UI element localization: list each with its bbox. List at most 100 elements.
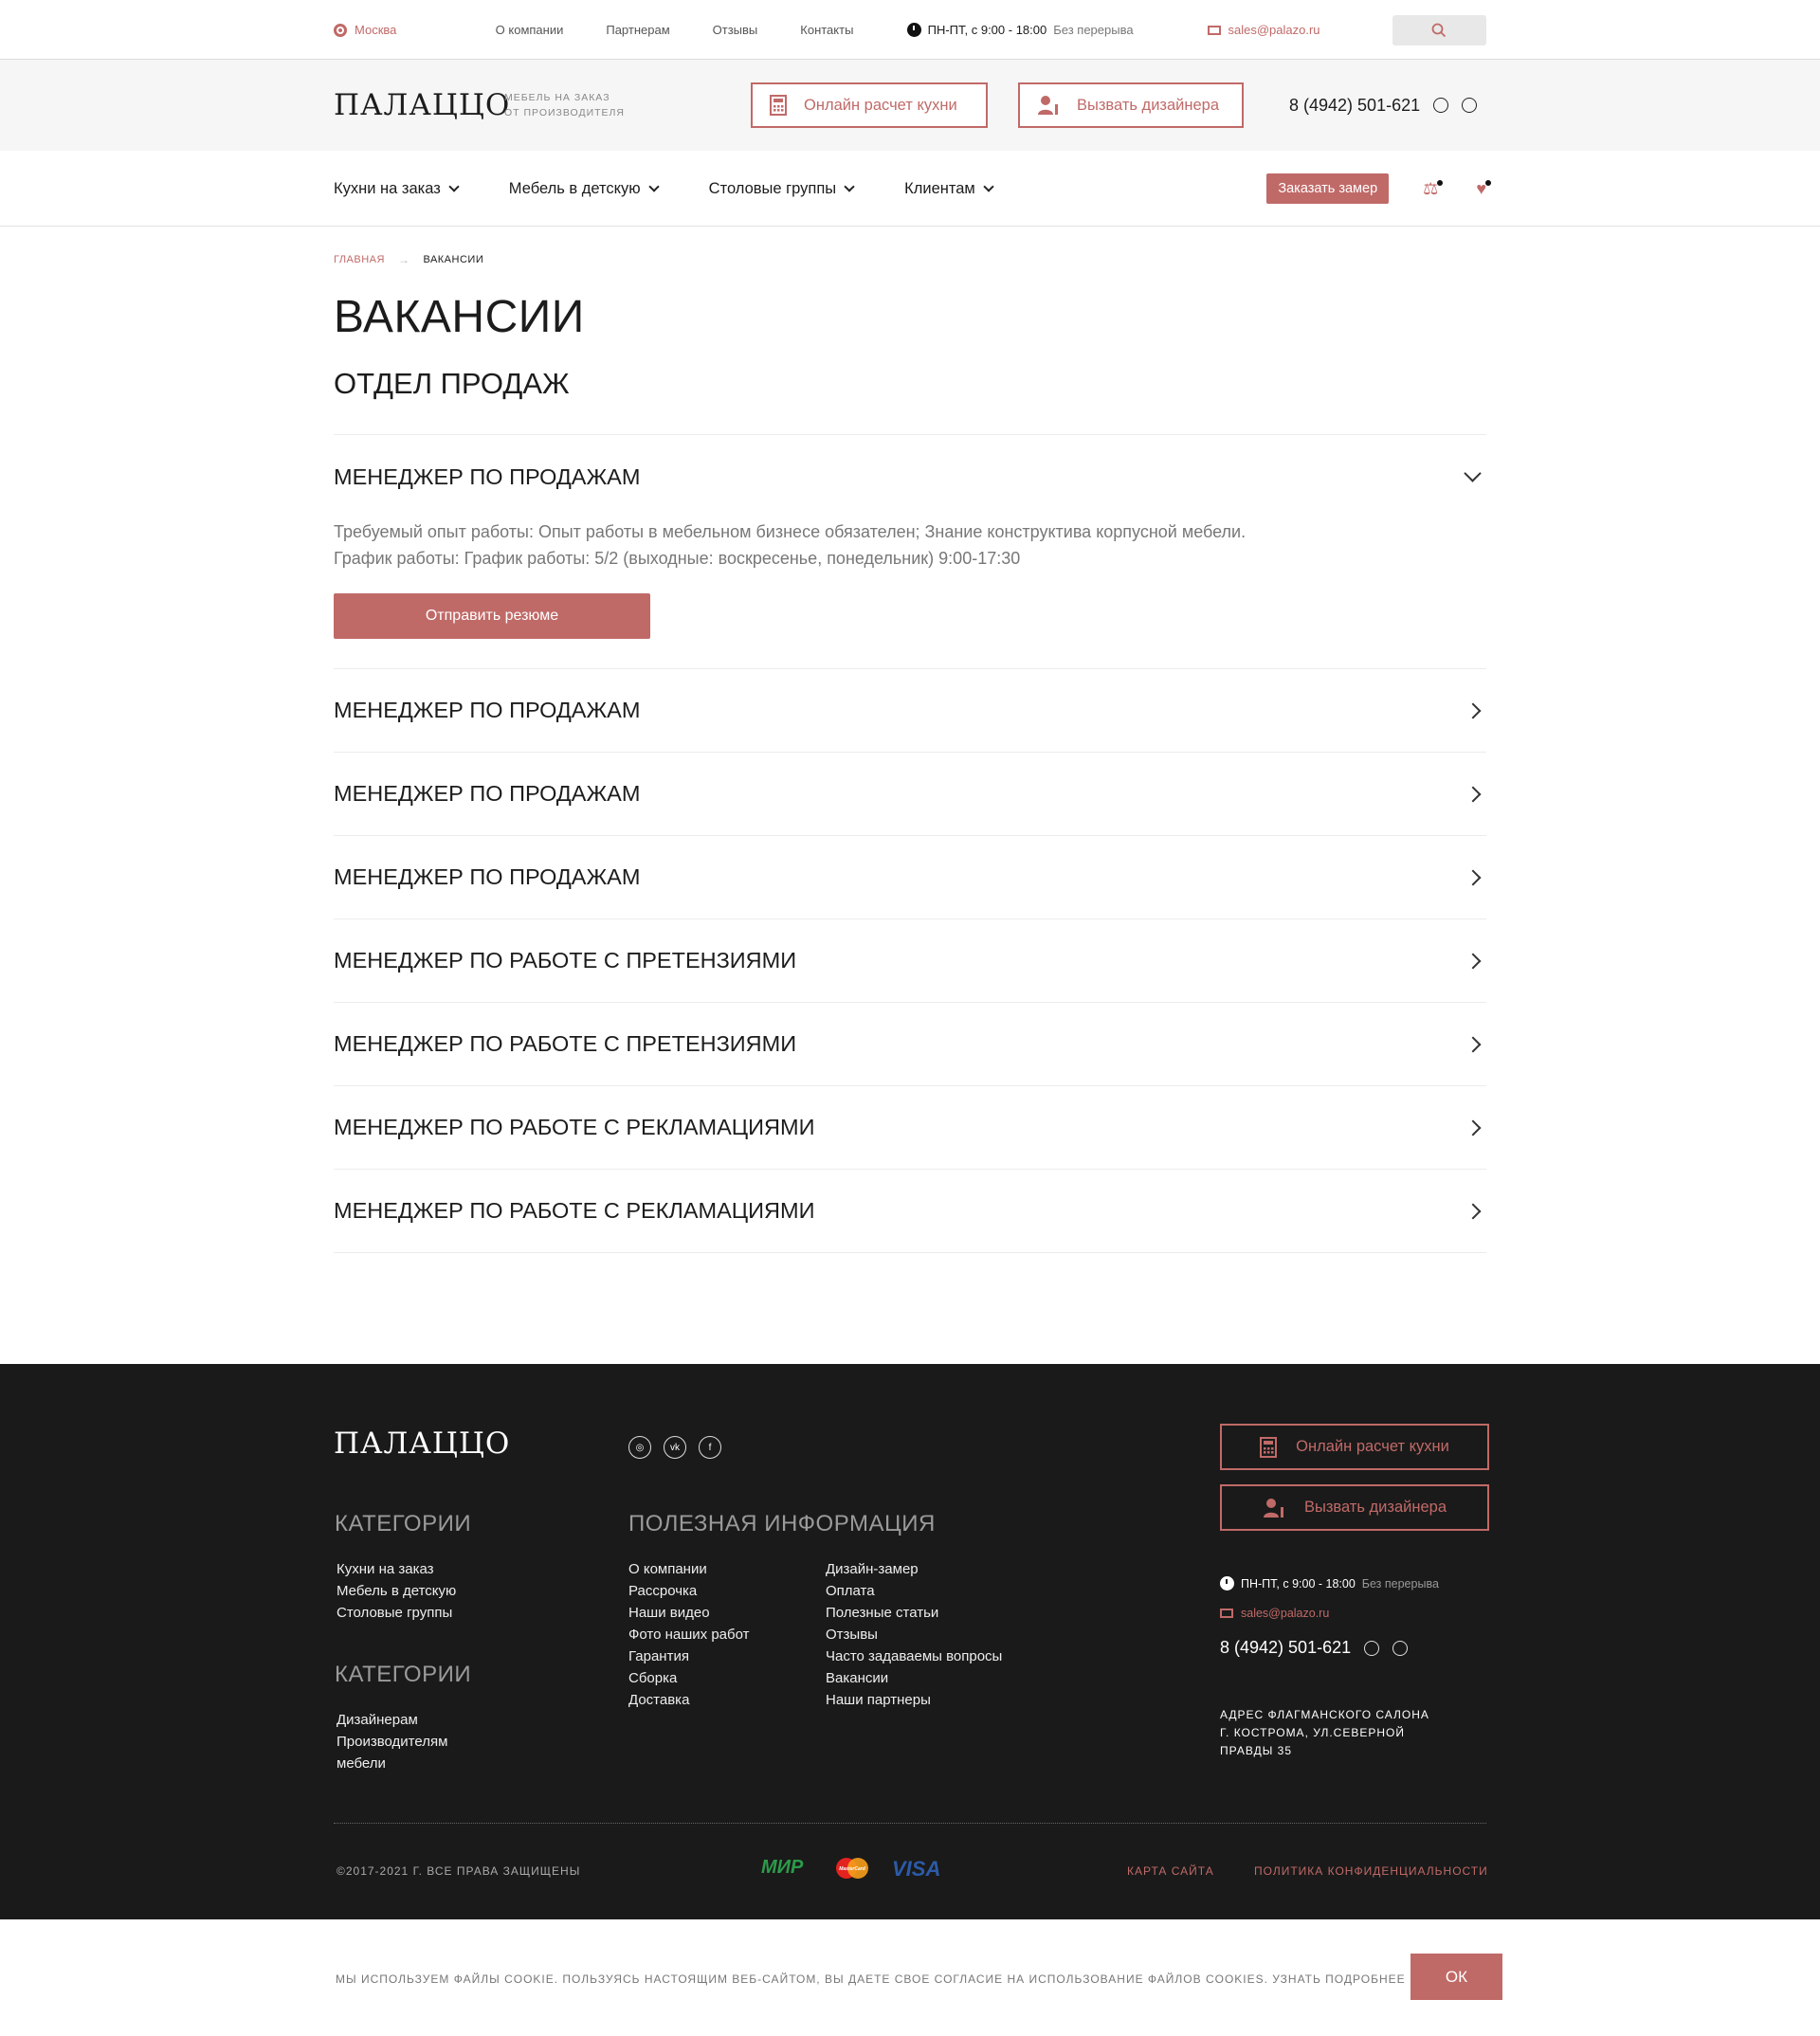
chevron-right-icon [1465, 786, 1482, 802]
vacancy-item: МЕНЕДЖЕР ПО ПРОДАЖАМ [334, 669, 1486, 753]
breadcrumb: ГЛАВНАЯ → ВАКАНСИИ [334, 253, 1486, 266]
kitchen-calc-button[interactable]: Онлайн расчет кухни [751, 82, 988, 128]
footer-link[interactable]: Доставка [628, 1689, 750, 1711]
footer-call-designer-button[interactable]: Вызвать дизайнера [1220, 1484, 1489, 1531]
nav-clients[interactable]: Клиентам [904, 180, 994, 198]
footer-link[interactable]: Гарантия [628, 1645, 750, 1667]
footer-link[interactable]: Оплата [826, 1580, 1002, 1602]
search-button[interactable] [1392, 14, 1487, 45]
footer-break-text: Без перерыва [1361, 1576, 1439, 1591]
vacancy-title: МЕНЕДЖЕР ПО РАБОТЕ С ПРЕТЕНЗИЯМИ [334, 1031, 797, 1056]
footer-link[interactable]: Дизайнерам [337, 1709, 447, 1731]
break-text: Без перерыва [1053, 23, 1134, 37]
instagram-icon[interactable]: ◎ [628, 1436, 651, 1459]
vacancy-header[interactable]: МЕНЕДЖЕР ПО РАБОТЕ С РЕКЛАМАЦИЯМИ [334, 1086, 1486, 1169]
footer-categories-2: Дизайнерам Производителям мебели [337, 1709, 447, 1774]
breadcrumb-home[interactable]: ГЛАВНАЯ [334, 254, 385, 265]
vacancy-schedule: График работы: График работы: 5/2 (выход… [334, 549, 1021, 568]
favorites-button[interactable]: ♥ [1476, 179, 1491, 199]
viber-icon[interactable] [1392, 1640, 1409, 1656]
sitemap-link[interactable]: КАРТА САЙТА [1127, 1864, 1214, 1878]
vacancy-header[interactable]: МЕНЕДЖЕР ПО РАБОТЕ С ПРЕТЕНЗИЯМИ [334, 919, 1486, 1002]
vacancy-header[interactable]: МЕНЕДЖЕР ПО РАБОТЕ С РЕКЛАМАЦИЯМИ [334, 1170, 1486, 1252]
email-link[interactable]: sales@palazo.ru [1207, 23, 1392, 37]
send-resume-button[interactable]: Отправить резюме [334, 593, 650, 639]
compare-button[interactable]: ⚖ [1423, 178, 1444, 199]
footer-kitchen-calc-label: Онлайн расчет кухни [1296, 1438, 1449, 1455]
vk-icon[interactable]: vk [664, 1436, 686, 1459]
whatsapp-icon[interactable] [1364, 1640, 1380, 1656]
vacancy-title: МЕНЕДЖЕР ПО ПРОДАЖАМ [334, 864, 641, 889]
chevron-right-icon [1465, 702, 1482, 718]
footer-link[interactable]: Кухни на заказ [337, 1558, 456, 1580]
footer-link[interactable]: Дизайн-замер [826, 1558, 1002, 1580]
page-title: ВАКАНСИИ [334, 292, 585, 342]
footer-link[interactable]: Наши видео [628, 1602, 750, 1624]
designer-icon [1263, 1498, 1283, 1518]
chevron-right-icon [1465, 1119, 1482, 1136]
footer-link[interactable]: мебели [337, 1753, 447, 1774]
main-content: ГЛАВНАЯ → ВАКАНСИИ ВАКАНСИИ ОТДЕЛ ПРОДАЖ… [334, 253, 1486, 1253]
vacancy-details: Требуемый опыт работы: Опыт работы в меб… [334, 518, 1486, 668]
nav-dining-label: Столовые группы [708, 179, 837, 197]
footer-link[interactable]: Полезные статьи [826, 1602, 1002, 1624]
chevron-right-icon [1465, 953, 1482, 969]
top-nav-reviews[interactable]: Отзывы [713, 23, 758, 37]
privacy-policy-link[interactable]: ПОЛИТИКА КОНФИДЕНЦИАЛЬНОСТИ [1254, 1864, 1488, 1878]
footer-link[interactable]: Наши партнеры [826, 1689, 1002, 1711]
footer-link[interactable]: Сборка [628, 1667, 750, 1689]
vacancy-item: МЕНЕДЖЕР ПО РАБОТЕ С РЕКЛАМАЦИЯМИ [334, 1086, 1486, 1170]
vacancy-header[interactable]: МЕНЕДЖЕР ПО РАБОТЕ С ПРЕТЕНЗИЯМИ [334, 1003, 1486, 1085]
footer-link[interactable]: Производителям [337, 1731, 447, 1753]
site-header: ПАЛАЦЦО МЕБЕЛЬ НА ЗАКАЗ ОТ ПРОИЗВОДИТЕЛЯ… [0, 60, 1820, 151]
vacancy-header[interactable]: МЕНЕДЖЕР ПО ПРОДАЖАМ [334, 669, 1486, 752]
footer-link[interactable]: О компании [628, 1558, 750, 1580]
vacancy-item: МЕНЕДЖЕР ПО РАБОТЕ С ПРЕТЕНЗИЯМИ [334, 919, 1486, 1003]
order-measure-button[interactable]: Заказать замер [1266, 173, 1390, 204]
vacancy-header[interactable]: МЕНЕДЖЕР ПО ПРОДАЖАМ [334, 836, 1486, 918]
footer-link[interactable]: Столовые группы [337, 1602, 456, 1624]
calculator-icon [770, 95, 787, 116]
top-nav-partners[interactable]: Партнерам [606, 23, 669, 37]
call-designer-button[interactable]: Вызвать дизайнера [1018, 82, 1244, 128]
top-nav-about[interactable]: О компании [496, 23, 564, 37]
logo[interactable]: ПАЛАЦЦО [334, 88, 509, 122]
vacancy-header[interactable]: МЕНЕДЖЕР ПО ПРОДАЖАМ [334, 435, 1486, 518]
nav-kitchens[interactable]: Кухни на заказ [334, 180, 460, 198]
nav-kids-furniture[interactable]: Мебель в детскую [509, 180, 660, 198]
footer-link[interactable]: Мебель в детскую [337, 1580, 456, 1602]
footer-link[interactable]: Фото наших работ [628, 1624, 750, 1645]
facebook-icon[interactable]: f [699, 1436, 721, 1459]
vacancy-title: МЕНЕДЖЕР ПО РАБОТЕ С ПРЕТЕНЗИЯМИ [334, 948, 797, 973]
footer-kitchen-calc-button[interactable]: Онлайн расчет кухни [1220, 1424, 1489, 1470]
cookie-accept-button[interactable]: ОК [1410, 1954, 1502, 2000]
footer-link[interactable]: Часто задаваемы вопросы [826, 1645, 1002, 1667]
viber-icon[interactable] [1462, 98, 1478, 113]
footer-phone[interactable]: 8 (4942) 501-621 [1220, 1638, 1409, 1658]
footer-link[interactable]: Вакансии [826, 1667, 1002, 1689]
footer-categories-title: КАТЕГОРИИ [335, 1511, 472, 1536]
footer-link[interactable]: Рассрочка [628, 1580, 750, 1602]
visa-payment-icon: VISA [892, 1857, 941, 1881]
header-phone[interactable]: 8 (4942) 501-621 [1289, 96, 1478, 116]
compare-badge [1437, 179, 1444, 186]
footer-logo[interactable]: ПАЛАЦЦО [334, 1427, 510, 1461]
kitchen-calc-label: Онлайн расчет кухни [804, 96, 957, 114]
cookie-text: МЫ ИСПОЛЬЗУЕМ ФАЙЛЫ COOKIE. ПОЛЬЗУЯСЬ НА… [336, 1972, 1406, 1986]
site-footer: ПАЛАЦЦО ◎ vk f КАТЕГОРИИ Кухни на заказ … [0, 1364, 1820, 1919]
whatsapp-icon[interactable] [1433, 98, 1449, 113]
chevron-right-icon [1465, 1036, 1482, 1052]
top-nav-contacts[interactable]: Контакты [800, 23, 853, 37]
compare-icon: ⚖ [1423, 178, 1439, 198]
vacancy-title: МЕНЕДЖЕР ПО ПРОДАЖАМ [334, 781, 641, 806]
footer-link[interactable]: Отзывы [826, 1624, 1002, 1645]
footer-email-link[interactable]: sales@palazo.ru [1220, 1607, 1329, 1620]
tagline-line-1: МЕБЕЛЬ НА ЗАКАЗ [504, 92, 610, 103]
city-selector[interactable]: Москва [334, 23, 496, 37]
vacancy-header[interactable]: МЕНЕДЖЕР ПО ПРОДАЖАМ [334, 753, 1486, 835]
chevron-right-icon [1465, 1203, 1482, 1219]
location-pin-icon [334, 23, 347, 37]
address-line: ПРАВДЫ 35 [1220, 1744, 1293, 1757]
chevron-right-icon [1465, 869, 1482, 885]
nav-dining-groups[interactable]: Столовые группы [708, 179, 855, 198]
